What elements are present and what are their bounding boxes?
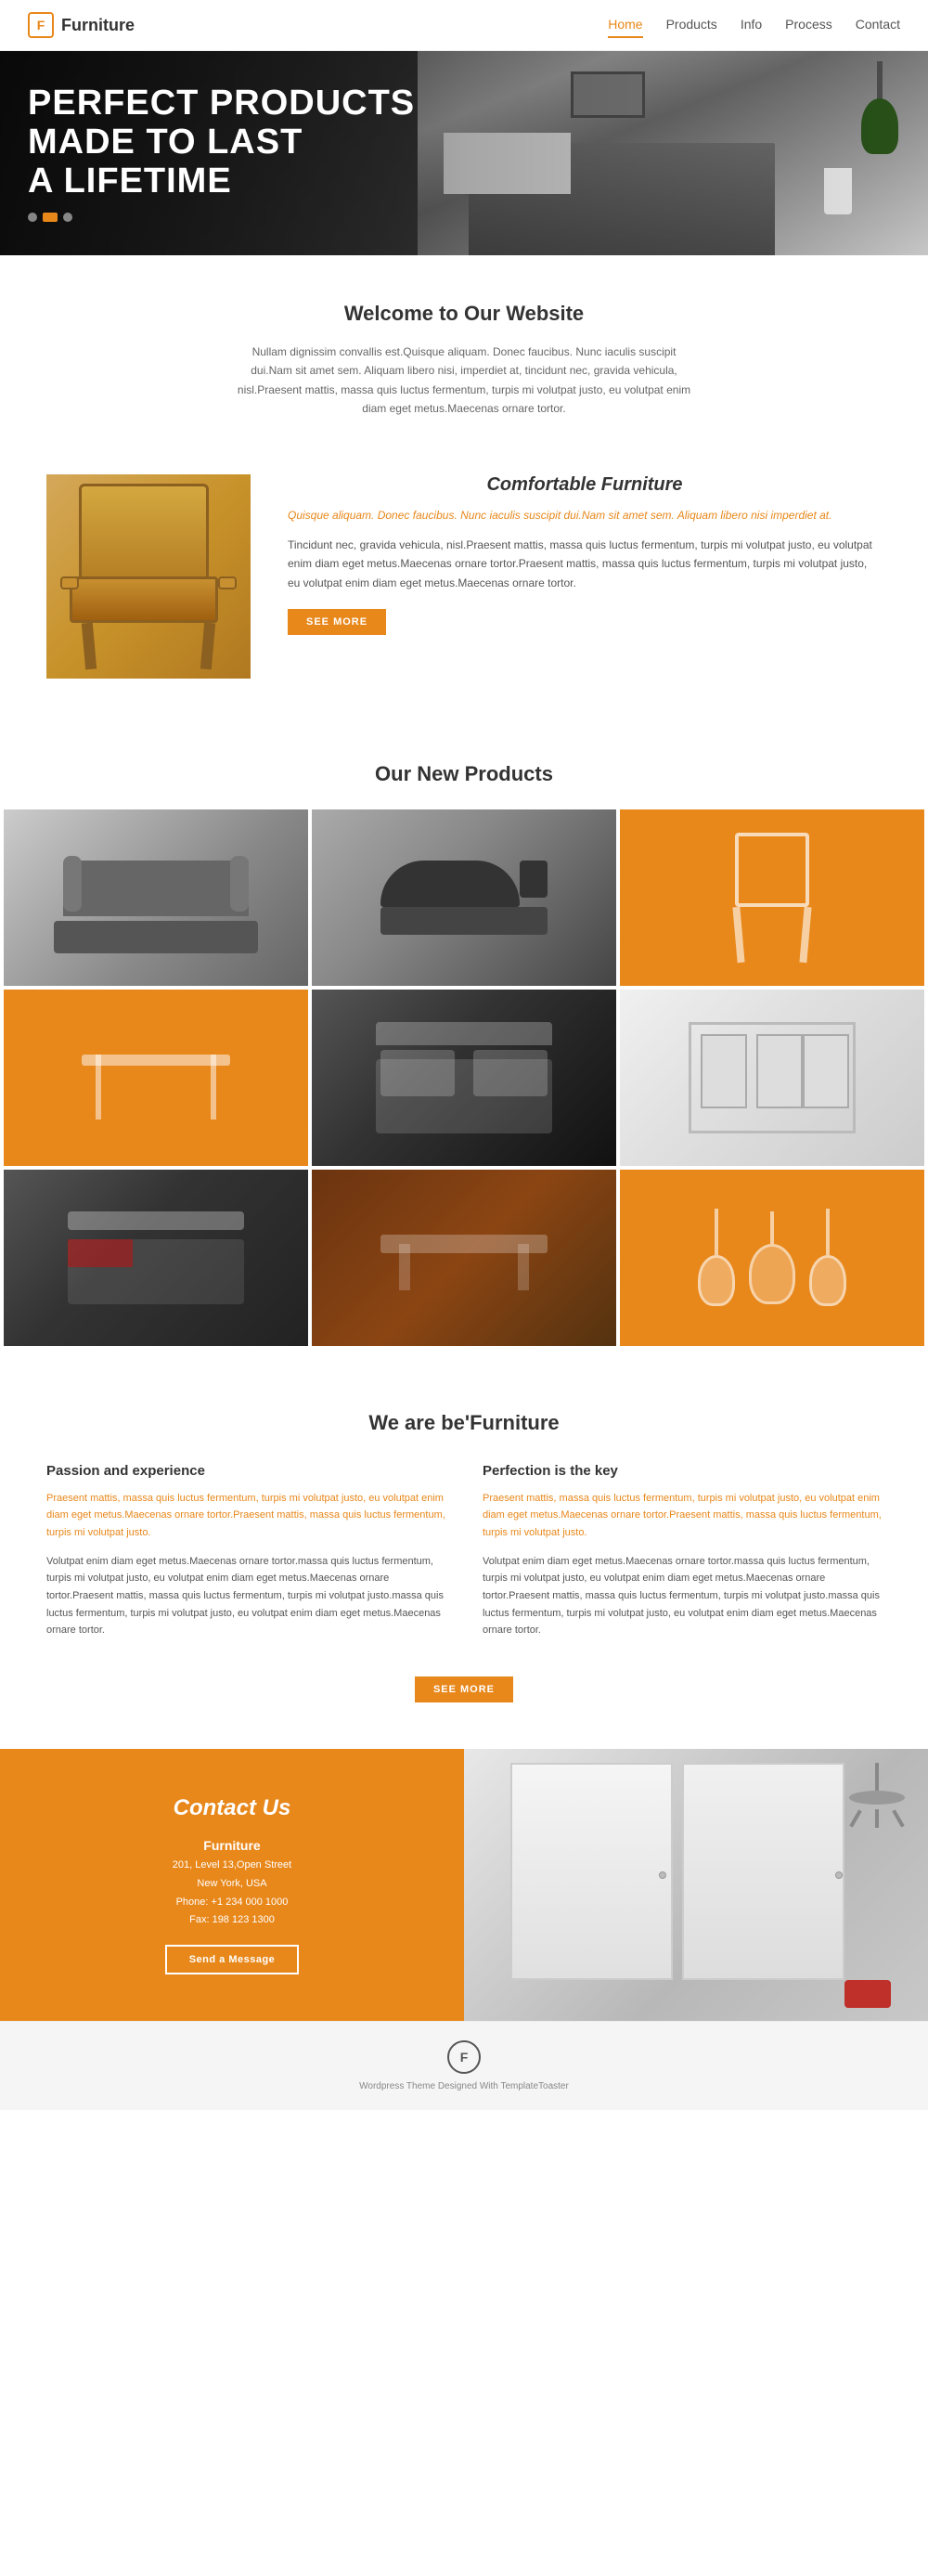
site-footer: F Wordpress Theme Designed With Template… (0, 2021, 928, 2110)
contact-title: Contact Us (174, 1795, 291, 1821)
we-are-col2-highlight: Praesent mattis, massa quis luctus ferme… (483, 1490, 882, 1542)
hero-title: PERFECT PRODUCTS MADE TO LAST A LIFETIME (28, 84, 415, 201)
comfortable-title: Comfortable Furniture (288, 474, 882, 496)
comfortable-body: Tincidunt nec, gravida vehicula, nisl.Pr… (288, 536, 882, 592)
dot-1 (28, 213, 37, 222)
contact-company: Furniture (203, 1838, 260, 1853)
we-are-section: We are be'Furniture Passion and experien… (0, 1365, 928, 1750)
we-are-col1-heading: Passion and experience (46, 1463, 445, 1479)
welcome-section: Welcome to Our Website Nullam dignissim … (0, 255, 928, 456)
welcome-body: Nullam dignissim convallis est.Quisque a… (232, 343, 696, 419)
products-title: Our New Products (0, 762, 928, 786)
contact-left: Contact Us Furniture 201, Level 13,Open … (0, 1749, 464, 2021)
footer-text: Wordpress Theme Designed With TemplateTo… (19, 2081, 909, 2091)
we-are-col1-body: Volutpat enim diam eget metus.Maecenas o… (46, 1553, 445, 1639)
logo-text: Furniture (61, 16, 135, 35)
product-console-table[interactable] (4, 990, 308, 1166)
product-pendant[interactable] (620, 1170, 924, 1346)
main-nav: Home Products Info Process Contact (608, 12, 900, 38)
products-section: Our New Products (0, 725, 928, 1365)
we-are-col2-heading: Perfection is the key (483, 1463, 882, 1479)
nav-contact[interactable]: Contact (856, 12, 900, 38)
we-are-col1-highlight: Praesent mattis, massa quis luctus ferme… (46, 1490, 445, 1542)
welcome-title: Welcome to Our Website (74, 302, 854, 326)
we-are-col1: Passion and experience Praesent mattis, … (46, 1463, 445, 1640)
comfortable-section: Comfortable Furniture Quisque aliquam. D… (0, 456, 928, 725)
products-grid (0, 809, 928, 1346)
nav-products[interactable]: Products (666, 12, 717, 38)
dot-3 (63, 213, 72, 222)
product-dark-bed[interactable] (4, 1170, 308, 1346)
product-lounge[interactable] (312, 809, 616, 986)
product-coffee-table[interactable] (312, 1170, 616, 1346)
comfortable-highlight: Quisque aliquam. Donec faucibus. Nunc ia… (288, 507, 882, 524)
contact-address: 201, Level 13,Open Street New York, USA … (173, 1857, 291, 1930)
comfortable-text: Comfortable Furniture Quisque aliquam. D… (288, 474, 882, 635)
see-more-container: SEE MORE (46, 1667, 882, 1712)
we-are-grid: Passion and experience Praesent mattis, … (46, 1463, 882, 1640)
we-are-col2-body: Volutpat enim diam eget metus.Maecenas o… (483, 1553, 882, 1639)
send-message-button[interactable]: Send a Message (165, 1945, 300, 1974)
product-sofa[interactable] (4, 809, 308, 986)
dot-2 (43, 213, 58, 222)
footer-logo: F (447, 2040, 481, 2074)
we-are-see-more-button[interactable]: SEE MORE (415, 1676, 513, 1702)
nav-home[interactable]: Home (608, 12, 642, 38)
nav-process[interactable]: Process (785, 12, 832, 38)
we-are-col2: Perfection is the key Praesent mattis, m… (483, 1463, 882, 1640)
product-wood-chair[interactable] (620, 809, 924, 986)
hero-section: PERFECT PRODUCTS MADE TO LAST A LIFETIME (0, 51, 928, 255)
logo[interactable]: F Furniture (28, 12, 135, 38)
product-white-room[interactable] (620, 990, 924, 1166)
hero-content: PERFECT PRODUCTS MADE TO LAST A LIFETIME (28, 84, 415, 221)
product-bedroom[interactable] (312, 990, 616, 1166)
comfortable-see-more-button[interactable]: SEE MORE (288, 609, 386, 635)
logo-icon: F (28, 12, 54, 38)
we-are-title: We are be'Furniture (46, 1411, 882, 1435)
nav-info[interactable]: Info (741, 12, 762, 38)
contact-section: Contact Us Furniture 201, Level 13,Open … (0, 1749, 928, 2021)
chair-image (46, 474, 251, 679)
site-header: F Furniture Home Products Info Process C… (0, 0, 928, 51)
hero-dots (28, 213, 415, 222)
contact-right-image (464, 1749, 928, 2021)
